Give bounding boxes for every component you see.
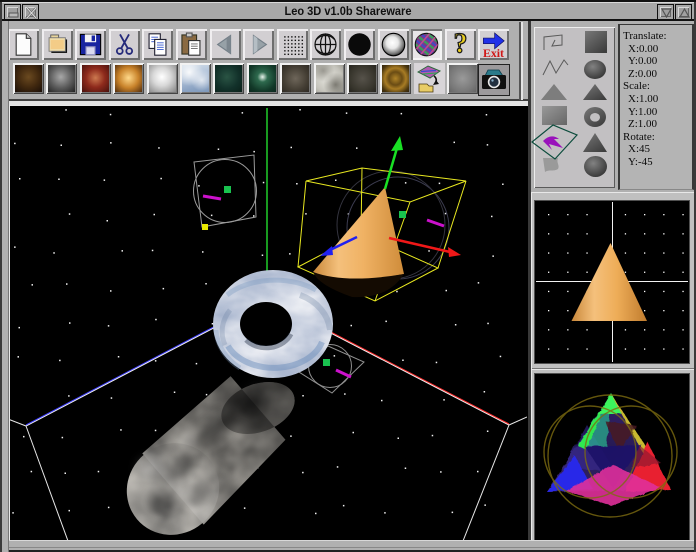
svg-text:Exit: Exit (483, 46, 504, 58)
svg-text:?: ? (453, 31, 467, 58)
